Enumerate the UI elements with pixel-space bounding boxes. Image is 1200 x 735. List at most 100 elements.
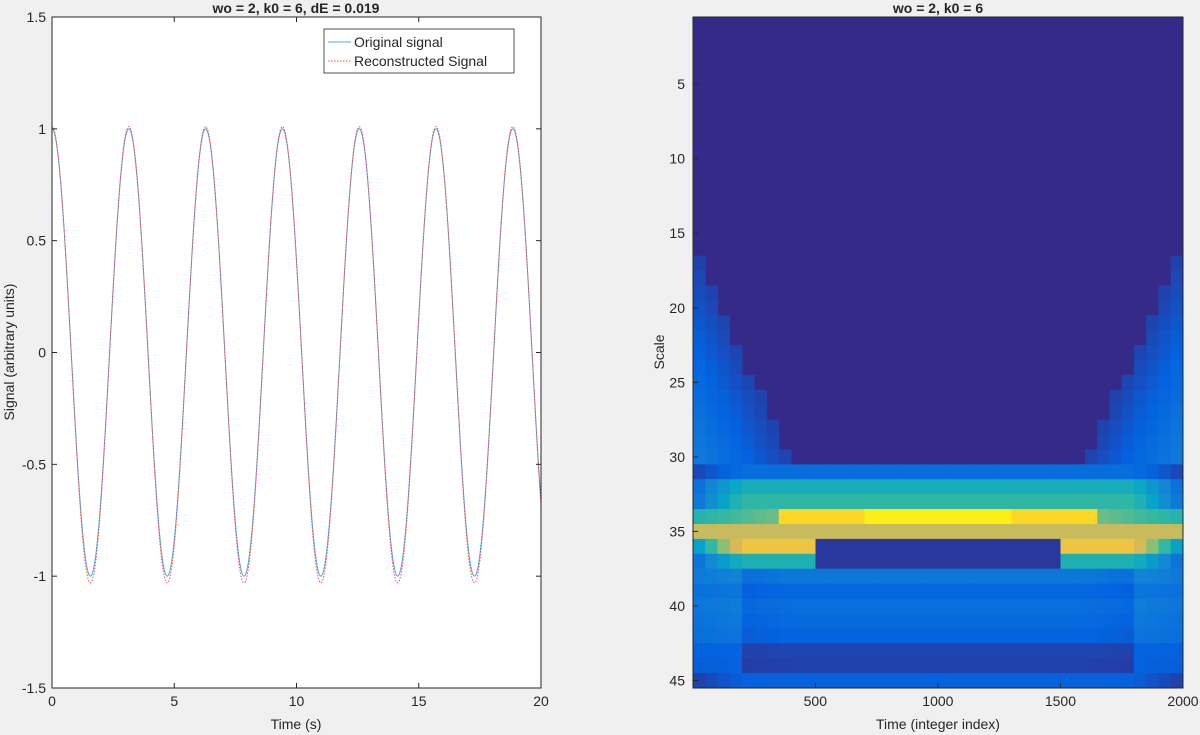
heatmap-cell <box>962 479 976 495</box>
heatmap-cell <box>950 464 963 480</box>
heatmap-cell <box>1097 464 1110 480</box>
heatmap-cell <box>1023 523 1037 540</box>
heatmap-cell <box>1170 404 1184 420</box>
heatmap-cell <box>925 673 939 689</box>
heatmap-cell <box>1109 464 1123 480</box>
heatmap-cell <box>1060 673 1074 689</box>
heatmap-cell <box>693 479 706 495</box>
heatmap-cell <box>974 598 988 614</box>
heatmap-cell <box>876 553 890 570</box>
heatmap-cell <box>876 583 890 599</box>
heatmap-cell <box>1109 553 1123 570</box>
heatmap-cell <box>1158 464 1172 480</box>
heatmap-cell <box>778 613 792 629</box>
heatmap-cell <box>778 494 792 510</box>
heatmap-cell <box>1109 538 1123 555</box>
heatmap-cell <box>876 479 890 495</box>
heatmap-cell <box>999 628 1012 644</box>
heatmap-cell <box>1109 449 1123 465</box>
heatmap-cell <box>962 673 976 689</box>
heatmap-cell <box>999 464 1012 480</box>
heatmap-cell <box>852 628 865 644</box>
heatmap-cell <box>815 464 829 480</box>
heatmap-cell <box>913 523 927 540</box>
y-tick-label: 1.5 <box>27 9 47 25</box>
y-tick-label: 40 <box>669 598 685 614</box>
heatmap-cell <box>717 389 731 406</box>
heatmap-cell <box>729 553 743 570</box>
heatmap-cell <box>705 568 718 585</box>
heatmap-cell <box>987 479 1000 495</box>
heatmap-cell <box>1134 359 1147 376</box>
heatmap-cell <box>705 613 718 629</box>
heatmap-cell <box>766 568 780 585</box>
heatmap-cell <box>987 673 1000 689</box>
heatmap-cell <box>1121 404 1135 420</box>
heatmap-cell <box>1036 553 1049 570</box>
heatmap-cell <box>1121 449 1135 465</box>
heatmap-cell <box>938 673 951 689</box>
heatmap-cell <box>925 464 939 480</box>
heatmap-cell <box>693 494 706 510</box>
heatmap-cell <box>876 464 890 480</box>
heatmap-cell <box>901 598 914 614</box>
heatmap-cell <box>938 613 951 629</box>
heatmap-cell <box>754 449 767 465</box>
heatmap-cell <box>803 673 816 689</box>
heatmap-cell <box>729 479 743 495</box>
heatmap-cell <box>889 598 902 614</box>
heatmap-cell <box>840 494 853 510</box>
heatmap-cell <box>1170 255 1184 271</box>
heatmap-cell <box>827 598 841 614</box>
y-tick-label: 20 <box>669 300 685 316</box>
heatmap-cell <box>1146 538 1159 555</box>
heatmap-cell <box>693 509 706 525</box>
heatmap-cell <box>938 523 951 540</box>
heatmap-cell <box>1048 538 1061 555</box>
heatmap-cell <box>987 538 1000 555</box>
heatmap-cell <box>974 479 988 495</box>
heatmap-cell <box>913 509 927 525</box>
heatmap-cell <box>1170 464 1184 480</box>
heatmap-cell <box>889 643 902 659</box>
heatmap-cell <box>742 538 755 555</box>
heatmap-cell <box>791 494 804 510</box>
heatmap-cell <box>1158 330 1172 346</box>
heatmap-cell <box>1072 494 1086 510</box>
heatmap-cell <box>1060 613 1074 629</box>
heatmap-cell <box>791 643 804 659</box>
heatmap-cell <box>987 643 1000 659</box>
heatmap-cell <box>791 538 804 555</box>
heatmap-cell <box>827 673 841 689</box>
heatmap-cell <box>987 553 1000 570</box>
heatmap-cell <box>1060 523 1074 540</box>
heatmap-cell <box>1023 628 1037 644</box>
heatmap-cell <box>1011 628 1025 644</box>
heatmap-cell <box>803 479 816 495</box>
heatmap-cell <box>717 479 731 495</box>
heatmap-cell <box>1060 479 1074 495</box>
heatmap-cell <box>729 374 743 391</box>
heatmap-cell <box>729 523 743 540</box>
heatmap-cell <box>766 628 780 644</box>
heatmap-cell <box>999 553 1012 570</box>
heatmap-cell <box>913 464 927 480</box>
heatmap-cell <box>1158 449 1172 465</box>
y-tick-label: 25 <box>669 374 685 390</box>
heatmap-cell <box>1134 613 1147 629</box>
heatmap-cell <box>1170 300 1184 316</box>
heatmap-cell <box>1170 345 1184 361</box>
heatmap-cell <box>1170 389 1184 406</box>
heatmap-cell <box>901 509 914 525</box>
heatmap-cell <box>950 479 963 495</box>
heatmap-cell <box>778 628 792 644</box>
heatmap-cell <box>717 330 731 346</box>
heatmap-cell <box>705 509 718 525</box>
x-tick-label: 10 <box>289 693 305 709</box>
heatmap-cell <box>950 568 963 585</box>
heatmap-cell <box>1170 628 1184 644</box>
heatmap-cell <box>815 673 829 689</box>
heatmap-cell <box>1085 673 1098 689</box>
heatmap-cell <box>754 643 767 659</box>
signal-plot-area <box>52 17 541 688</box>
